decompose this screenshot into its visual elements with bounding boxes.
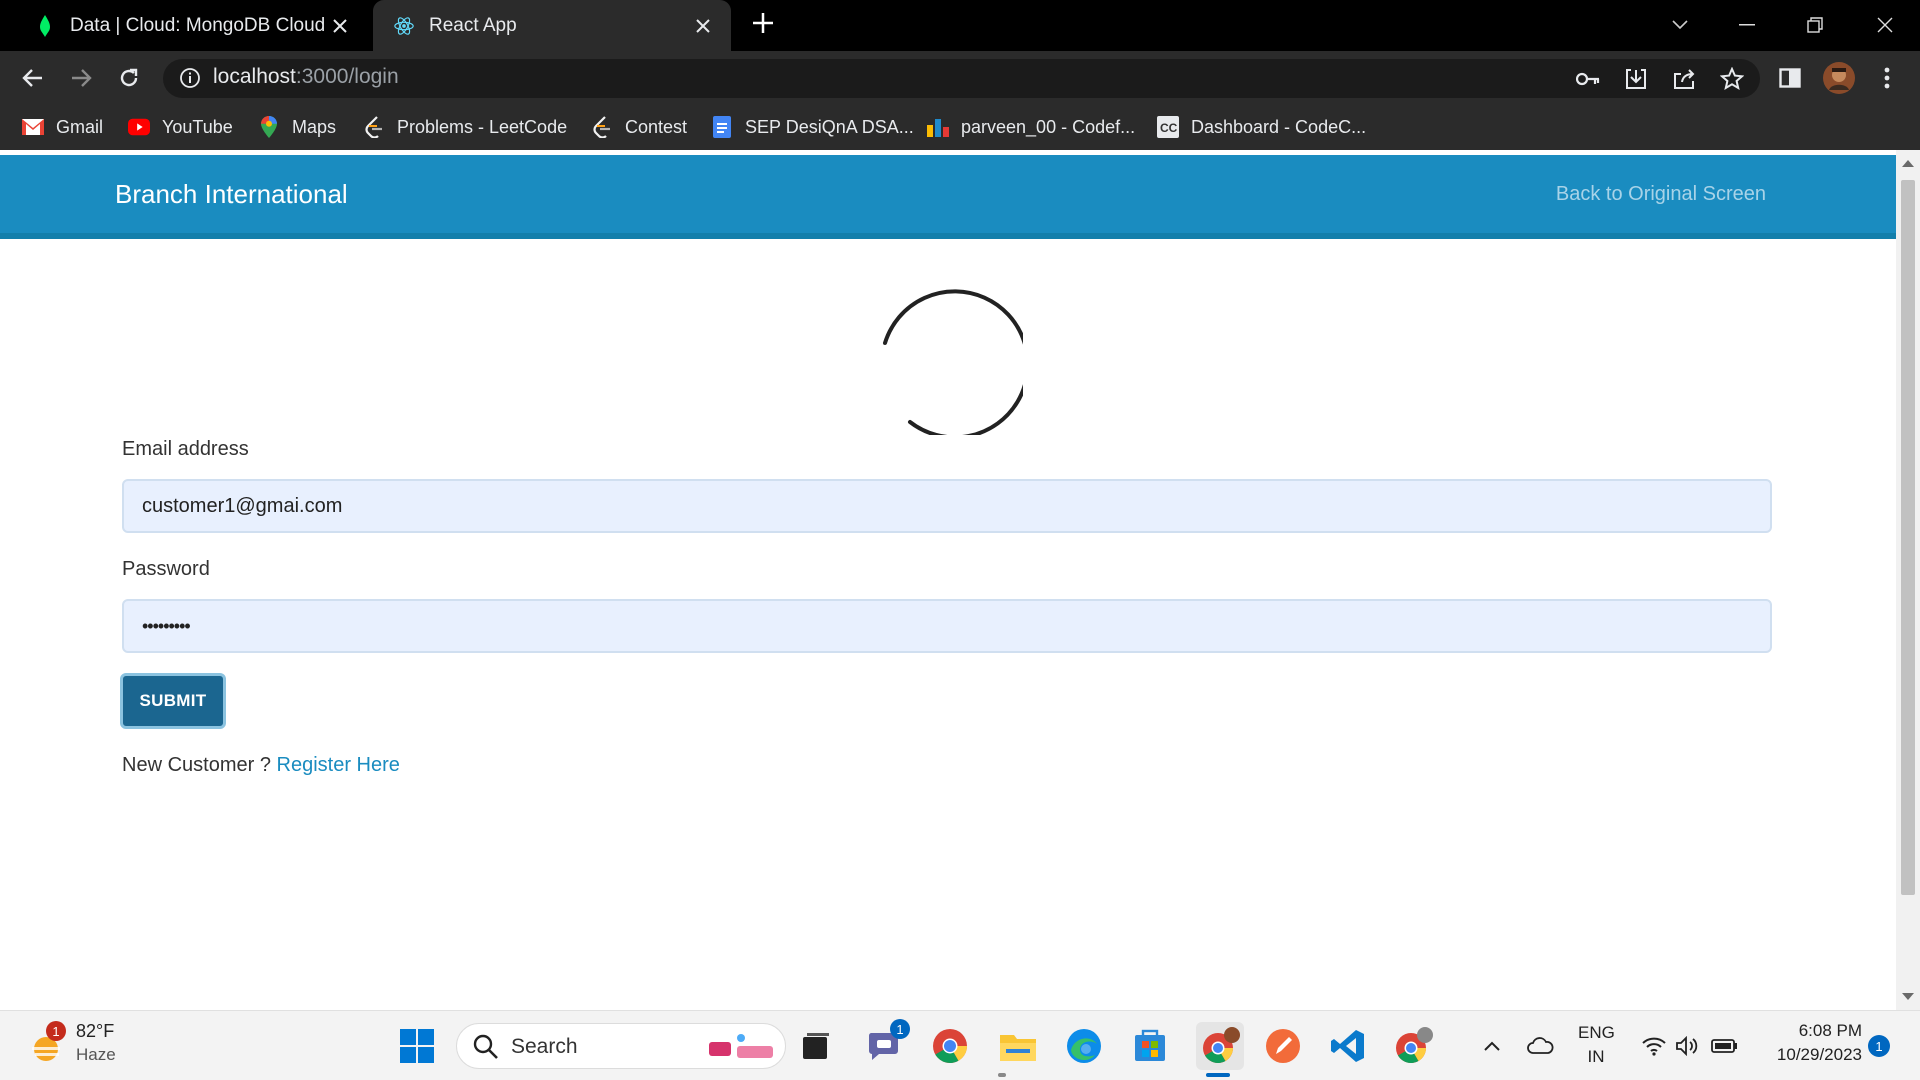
pen-app-icon[interactable] [1263, 1026, 1303, 1066]
browser-tab-strip: Data | Cloud: MongoDB Cloud React App [0, 0, 1920, 51]
language-indicator-top[interactable]: ENG [1578, 1023, 1615, 1043]
battery-icon[interactable] [1710, 1029, 1740, 1063]
forward-arrow-icon[interactable] [64, 61, 98, 95]
file-explorer-icon[interactable] [998, 1026, 1038, 1066]
password-value: ••••••••• [142, 615, 191, 636]
scroll-down-arrow-icon[interactable] [1902, 993, 1914, 1000]
side-panel-icon[interactable] [1773, 61, 1807, 95]
key-icon[interactable] [1575, 66, 1601, 92]
language-indicator-bottom[interactable]: IN [1578, 1047, 1614, 1067]
volume-icon[interactable] [1674, 1029, 1702, 1063]
leetcode-icon [363, 116, 385, 138]
notification-badge[interactable]: 1 [1868, 1035, 1890, 1057]
react-icon [393, 15, 415, 37]
search-icon [473, 1034, 499, 1065]
scrollbar-thumb[interactable] [1901, 180, 1915, 895]
tab-title: React App [429, 14, 517, 36]
loading-spinner [873, 285, 1030, 440]
email-field[interactable]: customer1@gmai.com [122, 479, 1772, 533]
bookmark-youtube[interactable]: YouTube [128, 112, 233, 142]
leetcode-icon [591, 116, 613, 138]
docs-icon [711, 116, 733, 138]
bookmark-maps[interactable]: Maps [258, 112, 336, 142]
brand-title[interactable]: Branch International [115, 179, 348, 210]
register-here-link[interactable]: Register Here [277, 754, 400, 776]
close-window-icon[interactable] [1865, 8, 1905, 42]
codechef-icon: CC [1157, 116, 1179, 138]
bookmark-codechef[interactable]: CC Dashboard - CodeC... [1157, 112, 1366, 142]
microsoft-store-icon[interactable] [1130, 1026, 1170, 1066]
gmail-icon [22, 116, 44, 138]
vscode-icon[interactable] [1328, 1026, 1368, 1066]
back-arrow-icon[interactable] [16, 61, 50, 95]
search-highlight-icon [707, 1030, 777, 1069]
chrome-profile-active-icon[interactable] [1196, 1022, 1244, 1070]
tab-react-app[interactable]: React App [373, 0, 731, 51]
email-value: customer1@gmai.com [142, 494, 343, 517]
page-content: Branch International Back to Original Sc… [0, 150, 1896, 1010]
share-icon[interactable] [1671, 66, 1697, 92]
close-tab-icon[interactable] [326, 12, 354, 40]
profile-avatar[interactable] [1822, 61, 1856, 95]
bookmark-sep-desiqna[interactable]: SEP DesiQnA DSA... [711, 112, 914, 142]
close-tab-icon[interactable] [689, 12, 717, 40]
bookmark-contest[interactable]: Contest [591, 112, 687, 142]
wifi-icon[interactable] [1640, 1029, 1668, 1063]
new-customer-text: New Customer ? Register Here [122, 754, 400, 776]
clock-time[interactable]: 6:08 PM [1752, 1021, 1862, 1041]
url-text: localhost:3000/login [213, 65, 399, 88]
weather-badge: 1 [46, 1021, 66, 1041]
onedrive-cloud-icon[interactable] [1524, 1029, 1556, 1063]
taskbar-search[interactable]: Search [456, 1023, 786, 1069]
active-app-indicator [1206, 1073, 1230, 1077]
browser-toolbar: localhost:3000/login [0, 51, 1920, 104]
minimize-icon[interactable] [1727, 8, 1767, 42]
new-tab-button[interactable] [746, 8, 780, 42]
svg-text:CC: CC [1160, 121, 1178, 135]
tab-mongodb[interactable]: Data | Cloud: MongoDB Cloud [14, 0, 368, 51]
clock-date[interactable]: 10/29/2023 [1752, 1045, 1862, 1065]
tab-search-icon[interactable] [1660, 8, 1700, 42]
reload-icon[interactable] [112, 61, 146, 95]
scroll-up-arrow-icon[interactable] [1902, 160, 1914, 167]
maps-icon [258, 116, 280, 138]
bookmark-star-icon[interactable] [1719, 66, 1745, 92]
email-label: Email address [122, 438, 249, 460]
running-indicator [998, 1073, 1006, 1077]
password-field[interactable]: ••••••••• [122, 599, 1772, 653]
bookmark-gmail[interactable]: Gmail [22, 112, 103, 142]
back-to-original-screen-link[interactable]: Back to Original Screen [1556, 183, 1766, 206]
chat-badge: 1 [890, 1019, 910, 1039]
windows-start-icon[interactable] [397, 1026, 437, 1066]
windows-taskbar: 1 82°F Haze Search 1 ENG IN 6:08 PM 10/2… [0, 1010, 1920, 1080]
submit-button[interactable]: SUBMIT [120, 673, 226, 729]
address-bar[interactable]: localhost:3000/login [163, 59, 1760, 98]
page-scrollbar[interactable] [1896, 150, 1920, 1010]
youtube-icon [128, 116, 150, 138]
menu-kebab-icon[interactable] [1870, 61, 1904, 95]
bookmark-codeforces[interactable]: parveen_00 - Codef... [927, 112, 1135, 142]
tab-title: Data | Cloud: MongoDB Cloud [70, 14, 326, 36]
show-hidden-icons-chevron-icon[interactable] [1480, 1029, 1504, 1063]
chrome-icon[interactable] [930, 1026, 970, 1066]
site-info-icon[interactable] [179, 67, 201, 89]
weather-desc: Haze [76, 1045, 116, 1064]
weather-temp: 82°F [76, 1021, 115, 1041]
mongodb-leaf-icon [34, 14, 56, 37]
restore-icon[interactable] [1795, 8, 1835, 42]
password-label: Password [122, 558, 210, 580]
edge-icon[interactable] [1064, 1026, 1104, 1066]
bookmark-leetcode-problems[interactable]: Problems - LeetCode [363, 112, 567, 142]
chrome-profile-icon[interactable] [1393, 1026, 1433, 1066]
codeforces-icon [927, 116, 949, 138]
app-navbar: Branch International Back to Original Sc… [0, 155, 1896, 239]
bookmarks-bar: Gmail YouTube Maps Problems - LeetCode C… [0, 104, 1920, 150]
task-view-icon[interactable] [796, 1026, 836, 1066]
install-app-icon[interactable] [1623, 66, 1649, 92]
